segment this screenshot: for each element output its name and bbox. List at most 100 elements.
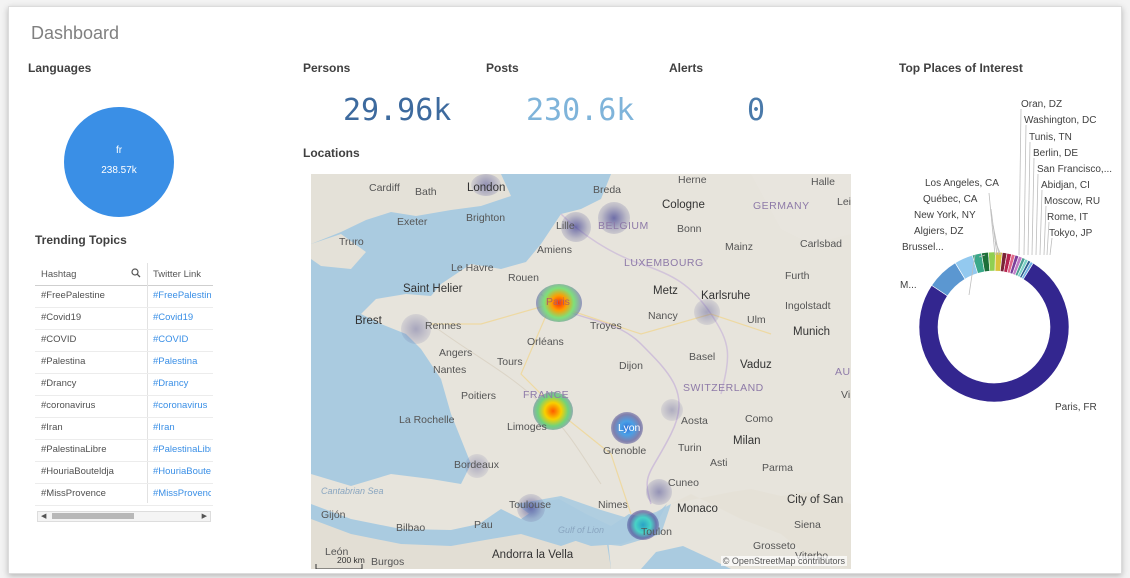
hashtag-cell[interactable]: #MissProvence bbox=[41, 488, 106, 499]
language-label: fr bbox=[115, 145, 123, 156]
hashtag-cell[interactable]: #COVID bbox=[41, 334, 76, 345]
map-label: Tours bbox=[497, 356, 523, 368]
scale-label: 200 km bbox=[337, 555, 365, 565]
map-label: Gijón bbox=[321, 509, 346, 521]
map-label: City of San bbox=[787, 494, 844, 506]
top-places-heading: Top Places of Interest bbox=[899, 61, 1023, 75]
map-label: Breda bbox=[593, 184, 622, 196]
map-label: Andorra la Vella bbox=[492, 549, 574, 561]
map-label: Nancy bbox=[648, 310, 678, 322]
map-label: Asti bbox=[710, 457, 728, 469]
map-label: Gulf of Lion bbox=[558, 525, 605, 535]
map-label: Toulon bbox=[641, 526, 672, 538]
donut-label: New York, NY bbox=[914, 210, 976, 221]
places-donut-chart[interactable] bbox=[909, 97, 1119, 427]
table-row[interactable]: #COVID #COVID bbox=[35, 329, 213, 352]
twitter-link[interactable]: #coronavirus bbox=[153, 400, 211, 411]
persons-value: 29.96k bbox=[343, 93, 452, 128]
twitter-link[interactable]: #Covid19 bbox=[153, 312, 211, 323]
hashtag-cell[interactable]: #FreePalestine bbox=[41, 290, 105, 301]
table-row[interactable]: #Palestina #Palestina bbox=[35, 351, 213, 374]
map-label: GERMANY bbox=[753, 200, 810, 212]
map-label: Cuneo bbox=[668, 477, 699, 489]
donut-slice[interactable] bbox=[988, 251, 996, 272]
map-label: AU bbox=[835, 366, 851, 378]
table-row[interactable]: #MissProvence #MissProvence bbox=[35, 483, 213, 506]
donut-leader-line bbox=[1035, 173, 1039, 256]
map-label: Parma bbox=[762, 462, 793, 474]
donut-leader-line bbox=[1043, 205, 1047, 256]
map-label: Mainz bbox=[725, 241, 754, 253]
map-label: Grenoble bbox=[603, 445, 647, 457]
column-header-twitter-link[interactable]: Twitter Link bbox=[153, 269, 201, 280]
map-label: Rouen bbox=[508, 272, 539, 284]
hashtag-cell[interactable]: #Covid19 bbox=[41, 312, 81, 323]
hashtag-cell[interactable]: #HouriaBouteldja bbox=[41, 466, 114, 477]
donut-label: Abidjan, CI bbox=[1041, 180, 1090, 191]
table-row[interactable]: #HouriaBouteldja #HouriaBouteldja bbox=[35, 461, 213, 484]
map-label: Exeter bbox=[397, 216, 428, 228]
map-label: Grosseto bbox=[753, 540, 796, 552]
posts-label: Posts bbox=[486, 61, 519, 75]
table-row[interactable]: #FreePalestine #FreePalestine bbox=[35, 285, 213, 308]
donut-label: Brussel... bbox=[902, 242, 944, 253]
languages-pie[interactable]: fr 238.57k bbox=[64, 107, 174, 217]
map-label: Poitiers bbox=[461, 390, 497, 402]
table-row[interactable]: #Iran #Iran bbox=[35, 417, 213, 440]
map-label: Toulouse bbox=[509, 499, 552, 511]
donut-label: Paris, FR bbox=[1055, 402, 1097, 413]
horizontal-scrollbar[interactable]: ◀ ▶ bbox=[37, 511, 211, 522]
hashtag-cell[interactable]: #Iran bbox=[41, 422, 63, 433]
map-label: Cologne bbox=[662, 199, 705, 211]
map-label: Brighton bbox=[466, 212, 506, 224]
map-label: Bonn bbox=[677, 223, 702, 235]
hashtag-cell[interactable]: #Drancy bbox=[41, 378, 76, 389]
twitter-link[interactable]: #HouriaBouteldja bbox=[153, 466, 211, 477]
map-label: Milan bbox=[733, 435, 761, 447]
twitter-link[interactable]: #MissProvence bbox=[153, 488, 211, 499]
map-label: Burgos bbox=[371, 556, 405, 568]
locations-heading: Locations bbox=[303, 146, 360, 160]
twitter-link[interactable]: #PalestinaLibre bbox=[153, 444, 211, 455]
table-row[interactable]: #PalestinaLibre #PalestinaLibre bbox=[35, 439, 213, 462]
donut-label: Algiers, DZ bbox=[914, 226, 964, 237]
map-label: Ulm bbox=[747, 314, 766, 326]
map-attribution-link[interactable]: © OpenStreetMap contributors bbox=[720, 556, 847, 566]
hashtag-cell[interactable]: #coronavirus bbox=[41, 400, 95, 411]
scroll-left-icon[interactable]: ◀ bbox=[41, 512, 46, 520]
scroll-right-icon[interactable]: ▶ bbox=[202, 512, 207, 520]
scrollbar-thumb[interactable] bbox=[52, 513, 134, 519]
trending-topics-heading: Trending Topics bbox=[35, 233, 127, 247]
posts-value: 230.6k bbox=[526, 93, 635, 128]
languages-heading: Languages bbox=[28, 61, 92, 75]
twitter-link[interactable]: #Palestina bbox=[153, 356, 211, 367]
table-row[interactable]: #Covid19 #Covid19 bbox=[35, 307, 213, 330]
twitter-link[interactable]: #FreePalestine bbox=[153, 290, 211, 301]
map-label: Monaco bbox=[677, 503, 718, 515]
hashtag-cell[interactable]: #PalestinaLibre bbox=[41, 444, 107, 455]
map-label: Brest bbox=[355, 315, 382, 327]
donut-label: San Francisco,... bbox=[1037, 164, 1113, 175]
twitter-link[interactable]: #COVID bbox=[153, 334, 211, 345]
heat-spot-strasbourg[interactable] bbox=[694, 299, 720, 325]
twitter-link[interactable]: #Drancy bbox=[153, 378, 211, 389]
map-label: Le Havre bbox=[451, 262, 494, 274]
table-row[interactable]: #coronavirus #coronavirus bbox=[35, 395, 213, 418]
twitter-link[interactable]: #Iran bbox=[153, 422, 211, 433]
locations-map[interactable]: London Breda Herne Halle Cardiff Bath Co… bbox=[311, 174, 851, 569]
heat-spot-grenoble[interactable] bbox=[661, 399, 683, 421]
map-label: Orléans bbox=[527, 336, 564, 348]
donut-label: Moscow, RU bbox=[1044, 196, 1101, 207]
donut-label: Los Angeles, CA bbox=[925, 178, 999, 189]
map-label: Aosta bbox=[681, 415, 708, 427]
map-label: Troyes bbox=[590, 320, 622, 332]
column-header-hashtag[interactable]: Hashtag bbox=[41, 269, 76, 280]
map-label: Turin bbox=[678, 442, 702, 454]
search-icon[interactable] bbox=[131, 268, 141, 278]
map-label: Dijon bbox=[619, 360, 643, 372]
map-label: Metz bbox=[653, 285, 678, 297]
table-row[interactable]: #Drancy #Drancy bbox=[35, 373, 213, 396]
hashtag-cell[interactable]: #Palestina bbox=[41, 356, 85, 367]
donut-leader-line bbox=[1023, 124, 1027, 256]
map-label: Vaduz bbox=[740, 359, 772, 371]
